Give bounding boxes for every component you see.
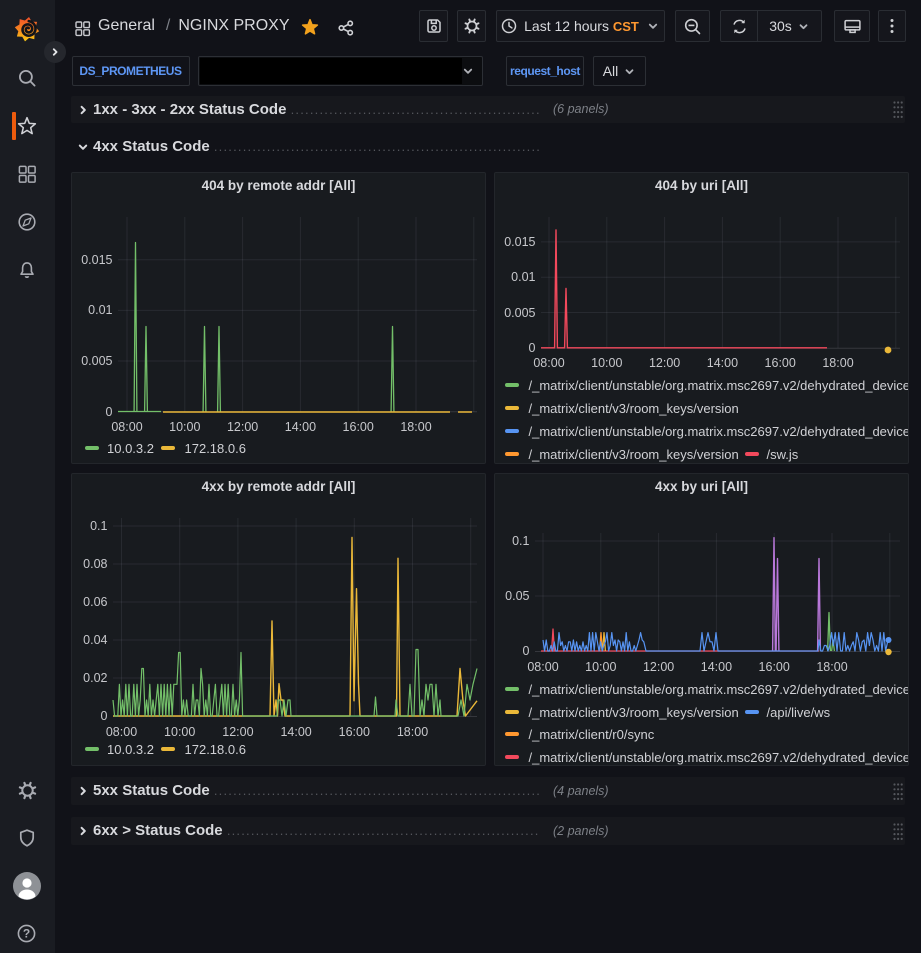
svg-text:?: ? <box>23 927 30 941</box>
